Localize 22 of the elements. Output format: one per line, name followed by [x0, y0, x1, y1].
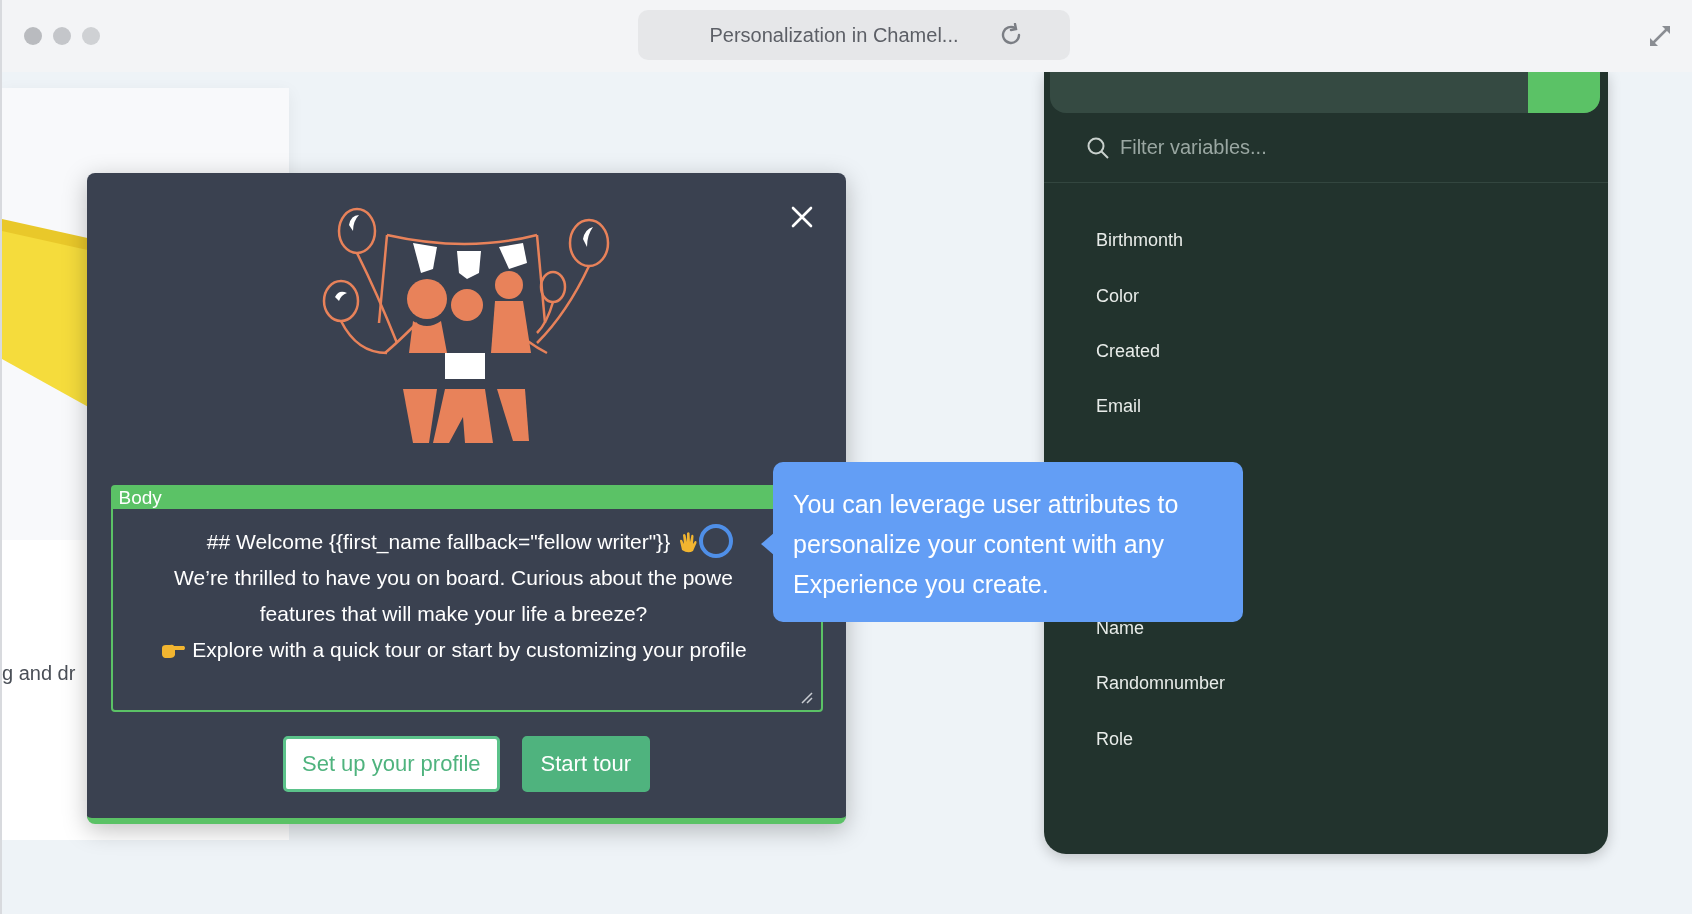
variable-item[interactable]: Randomnumber	[1096, 655, 1226, 712]
variable-item[interactable]: Created	[1096, 323, 1161, 380]
address-bar[interactable]: Personalization in Chamel...	[638, 10, 1070, 60]
variable-item[interactable]: Email	[1096, 379, 1141, 435]
variable-item[interactable]: Birthmonth	[1096, 213, 1184, 269]
variable-item[interactable]: Color	[1096, 268, 1139, 324]
body-text-line: ## Welcome {{first_name fallback="fellow writer"}}	[206, 529, 671, 556]
tooltip-text: You can leverage user attributes to personalize your content with any Experience you create.	[793, 490, 1179, 598]
variable-item[interactable]: Role	[1096, 711, 1134, 767]
window-minimize-dot[interactable]	[53, 27, 71, 45]
window-close-dot[interactable]	[24, 27, 42, 45]
window-zoom-dot[interactable]	[82, 27, 100, 45]
resize-handle-icon[interactable]	[800, 692, 813, 704]
page-text: g and dr	[2, 662, 76, 685]
search-icon	[1086, 135, 1110, 160]
window-title: Personalization in Chamel...	[709, 23, 959, 47]
body-text-line: features that will make your life a breeze?	[259, 601, 648, 627]
fullscreen-icon[interactable]	[1648, 24, 1672, 48]
body-text-line: We’re thrilled to have you on board. Curious about the powe	[174, 565, 733, 591]
filter-field[interactable]: Filter variables...	[1118, 135, 1422, 160]
body-text-line: Explore with a quick tour or start by customizing your profile	[192, 637, 747, 663]
click-highlight-icon	[697, 523, 734, 559]
